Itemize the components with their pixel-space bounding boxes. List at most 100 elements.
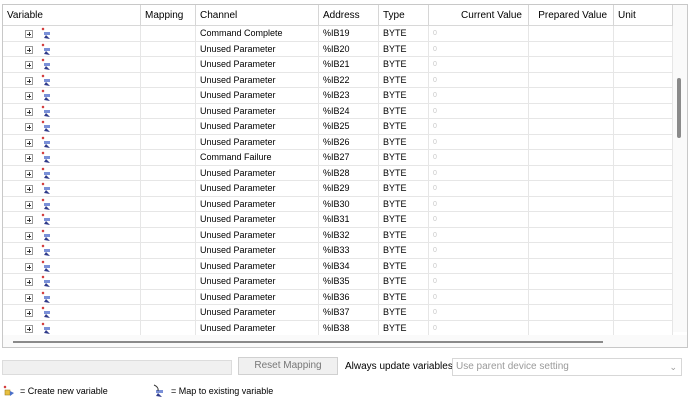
mapping-cell[interactable] bbox=[141, 305, 196, 320]
variable-cell[interactable] bbox=[3, 196, 141, 212]
mapping-cell[interactable] bbox=[141, 274, 196, 289]
table-row[interactable]: Unused Parameter %IB33 BYTE 0 bbox=[3, 243, 673, 259]
plus-box-icon[interactable] bbox=[25, 231, 33, 240]
horizontal-scroll-thumb[interactable] bbox=[13, 341, 603, 343]
column-header-address[interactable]: Address bbox=[319, 5, 379, 26]
variable-cell[interactable] bbox=[3, 41, 141, 57]
table-row[interactable]: Unused Parameter %IB34 BYTE 0 bbox=[3, 258, 673, 274]
mapping-cell[interactable] bbox=[141, 212, 196, 227]
mapping-cell[interactable] bbox=[141, 72, 196, 88]
variable-cell[interactable] bbox=[3, 289, 141, 305]
prepared-value-cell[interactable] bbox=[529, 165, 614, 181]
variable-cell[interactable] bbox=[3, 274, 141, 289]
column-header-mapping[interactable]: Mapping bbox=[141, 5, 196, 26]
prepared-value-cell[interactable] bbox=[529, 320, 614, 336]
prepared-value-cell[interactable] bbox=[529, 88, 614, 103]
table-row[interactable]: Unused Parameter %IB20 BYTE 0 bbox=[3, 41, 673, 57]
horizontal-scrollbar[interactable] bbox=[3, 335, 687, 347]
prepared-value-cell[interactable] bbox=[529, 196, 614, 212]
prepared-value-cell[interactable] bbox=[529, 212, 614, 227]
column-header-unit[interactable]: Unit bbox=[614, 5, 673, 26]
variable-cell[interactable] bbox=[3, 305, 141, 320]
column-header-current-value[interactable]: Current Value bbox=[429, 5, 529, 26]
plus-box-icon[interactable] bbox=[25, 293, 33, 302]
prepared-value-cell[interactable] bbox=[529, 181, 614, 196]
prepared-value-cell[interactable] bbox=[529, 227, 614, 243]
plus-box-icon[interactable] bbox=[25, 154, 33, 162]
mapping-cell[interactable] bbox=[141, 41, 196, 57]
plus-box-icon[interactable] bbox=[25, 309, 33, 317]
table-row[interactable]: Command Complete %IB19 BYTE 0 bbox=[3, 26, 673, 42]
prepared-value-cell[interactable] bbox=[529, 103, 614, 119]
table-row[interactable]: Unused Parameter %IB37 BYTE 0 bbox=[3, 305, 673, 321]
variable-cell[interactable] bbox=[3, 165, 141, 181]
table-row[interactable]: Unused Parameter %IB21 BYTE 0 bbox=[3, 57, 673, 73]
plus-box-icon[interactable] bbox=[25, 30, 33, 38]
plus-box-icon[interactable] bbox=[25, 76, 33, 85]
mapping-cell[interactable] bbox=[141, 258, 196, 274]
variable-cell[interactable] bbox=[3, 243, 141, 258]
prepared-value-cell[interactable] bbox=[529, 258, 614, 274]
prepared-value-cell[interactable] bbox=[529, 134, 614, 150]
update-setting-select[interactable]: Use parent device setting ⌄ bbox=[452, 358, 682, 376]
table-row[interactable]: Unused Parameter %IB29 BYTE 0 bbox=[3, 181, 673, 197]
prepared-value-cell[interactable] bbox=[529, 243, 614, 258]
chevron-down-icon[interactable]: ⌄ bbox=[669, 359, 677, 375]
prepared-value-cell[interactable] bbox=[529, 305, 614, 320]
plus-box-icon[interactable] bbox=[25, 216, 33, 224]
table-row[interactable]: Unused Parameter %IB31 BYTE 0 bbox=[3, 212, 673, 228]
prepared-value-cell[interactable] bbox=[529, 150, 614, 165]
plus-box-icon[interactable] bbox=[25, 107, 33, 116]
table-row[interactable]: Unused Parameter %IB25 BYTE 0 bbox=[3, 119, 673, 135]
column-header-prepared-value[interactable]: Prepared Value bbox=[529, 5, 614, 26]
mapping-cell[interactable] bbox=[141, 119, 196, 134]
variable-cell[interactable] bbox=[3, 134, 141, 150]
variable-cell[interactable] bbox=[3, 103, 141, 119]
plus-box-icon[interactable] bbox=[25, 45, 33, 54]
variable-cell[interactable] bbox=[3, 212, 141, 227]
plus-box-icon[interactable] bbox=[25, 278, 33, 286]
mapping-cell[interactable] bbox=[141, 150, 196, 165]
mapping-cell[interactable] bbox=[141, 88, 196, 103]
variable-cell[interactable] bbox=[3, 320, 141, 336]
prepared-value-cell[interactable] bbox=[529, 119, 614, 134]
table-row[interactable]: Unused Parameter %IB38 BYTE 0 bbox=[3, 320, 673, 336]
mapping-cell[interactable] bbox=[141, 57, 196, 72]
mapping-cell[interactable] bbox=[141, 243, 196, 258]
vertical-scroll-thumb[interactable] bbox=[677, 78, 681, 138]
plus-box-icon[interactable] bbox=[25, 61, 33, 69]
table-row[interactable]: Unused Parameter %IB35 BYTE 0 bbox=[3, 274, 673, 290]
prepared-value-cell[interactable] bbox=[529, 41, 614, 57]
table-row[interactable]: Unused Parameter %IB28 BYTE 0 bbox=[3, 165, 673, 181]
mapping-cell[interactable] bbox=[141, 196, 196, 212]
mapping-cell[interactable] bbox=[141, 289, 196, 305]
vertical-scrollbar[interactable] bbox=[673, 5, 687, 332]
variable-cell[interactable] bbox=[3, 88, 141, 103]
mapping-cell[interactable] bbox=[141, 165, 196, 181]
variable-cell[interactable] bbox=[3, 258, 141, 274]
mapping-cell[interactable] bbox=[141, 320, 196, 336]
table-row[interactable]: Unused Parameter %IB24 BYTE 0 bbox=[3, 103, 673, 119]
column-header-channel[interactable]: Channel bbox=[196, 5, 319, 26]
plus-box-icon[interactable] bbox=[25, 185, 33, 193]
mapping-cell[interactable] bbox=[141, 227, 196, 243]
variable-cell[interactable] bbox=[3, 119, 141, 134]
plus-box-icon[interactable] bbox=[25, 262, 33, 271]
prepared-value-cell[interactable] bbox=[529, 274, 614, 289]
variable-cell[interactable] bbox=[3, 227, 141, 243]
prepared-value-cell[interactable] bbox=[529, 72, 614, 88]
variable-cell[interactable] bbox=[3, 181, 141, 196]
mapping-cell[interactable] bbox=[141, 26, 196, 41]
prepared-value-cell[interactable] bbox=[529, 26, 614, 41]
plus-box-icon[interactable] bbox=[25, 200, 33, 209]
prepared-value-cell[interactable] bbox=[529, 57, 614, 72]
variable-cell[interactable] bbox=[3, 26, 141, 41]
column-header-type[interactable]: Type bbox=[379, 5, 429, 26]
mapping-cell[interactable] bbox=[141, 181, 196, 196]
table-row[interactable]: Unused Parameter %IB32 BYTE 0 bbox=[3, 227, 673, 243]
table-row[interactable]: Unused Parameter %IB22 BYTE 0 bbox=[3, 72, 673, 88]
filter-field[interactable] bbox=[2, 360, 232, 375]
variable-cell[interactable] bbox=[3, 72, 141, 88]
table-row[interactable]: Unused Parameter %IB36 BYTE 0 bbox=[3, 289, 673, 305]
mapping-cell[interactable] bbox=[141, 134, 196, 150]
